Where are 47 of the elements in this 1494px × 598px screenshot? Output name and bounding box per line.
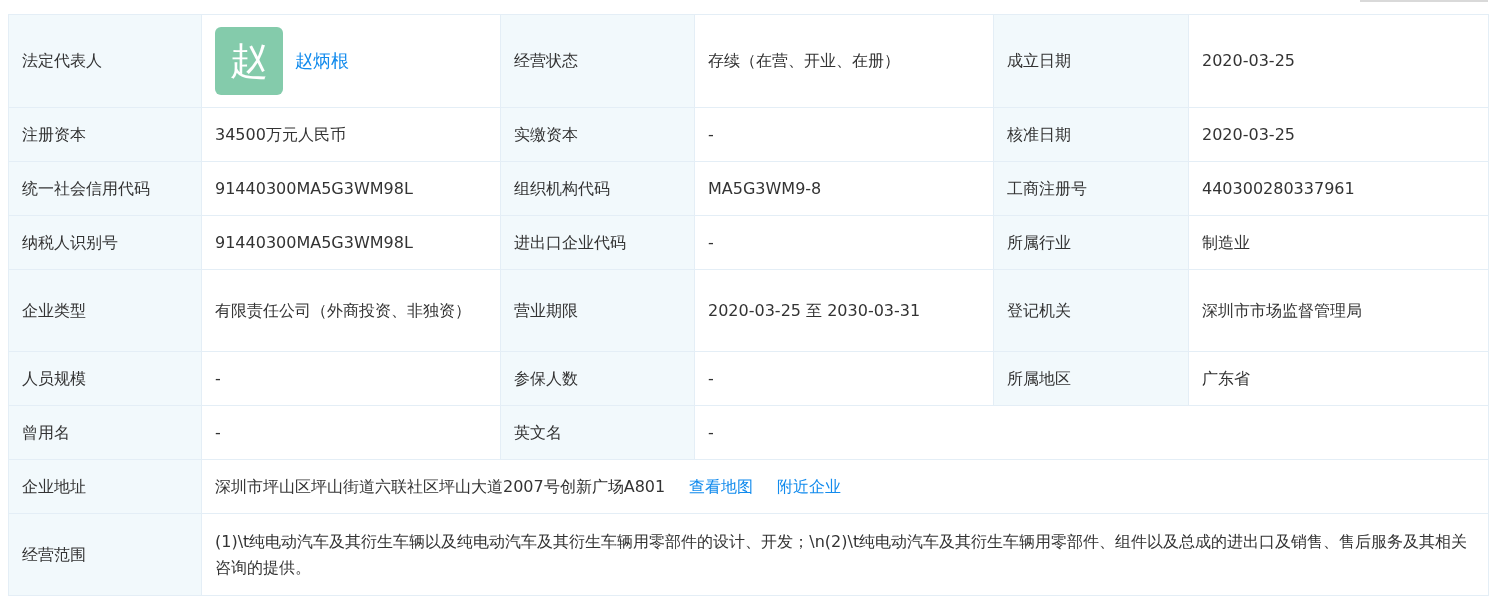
field-value: (1)\t纯电动汽车及其衍生车辆以及纯电动汽车及其衍生车辆用零部件的设计、开发；\n(2)\t纯电动汽车及其衍生车辆用零部件、组件以及总成的进出口及销售、售后服务及其相关咨询的提供。 [215,531,1468,577]
field-label: 经营状态 [500,14,695,108]
field-label: 所属行业 [993,215,1189,270]
field-label: 企业地址 [8,459,202,514]
field-value: - [215,422,221,442]
field-value: 存续（在营、开业、在册） [708,51,900,70]
field-value: 2020-03-25 [1202,51,1295,70]
field-value: - [215,368,221,388]
field-label: 统一社会信用代码 [8,161,202,216]
field-label: 注册资本 [8,107,202,162]
field-value: 440300280337961 [1202,178,1355,198]
field-label: 英文名 [500,405,695,460]
field-label: 纳税人识别号 [8,215,202,270]
field-label: 成立日期 [993,14,1189,108]
address-link[interactable]: 附近企业 [777,473,842,500]
field-value: MA5G3WM9-8 [708,178,822,198]
field-value: 91440300MA5G3WM98L [215,178,413,198]
avatar-icon: 赵 [215,27,283,95]
field-value: 深圳市市场监督管理局 [1202,300,1362,320]
field-value: 有限责任公司（外商投资、非独资） [215,300,471,320]
field-label: 所属地区 [993,351,1189,406]
field-label: 进出口企业代码 [500,215,695,270]
field-label: 实缴资本 [500,107,695,162]
address-text: 深圳市坪山区坪山街道六联社区坪山大道2007号创新广场A801 [215,475,666,498]
field-label: 法定代表人 [8,14,202,108]
field-label: 曾用名 [8,405,202,460]
field-value: 广东省 [1202,368,1250,388]
field-value: - [708,124,714,144]
field-label: 经营范围 [8,513,202,596]
field-value: - [708,368,714,388]
field-value: - [708,422,714,442]
field-value: 制造业 [1202,232,1250,252]
field-label: 登记机关 [993,269,1189,352]
field-label: 核准日期 [993,107,1189,162]
field-label: 参保人数 [500,351,695,406]
field-label: 工商注册号 [993,161,1189,216]
field-label: 营业期限 [500,269,695,352]
field-value: - [708,232,714,252]
field-value: 34500万元人民币 [215,124,346,144]
field-label: 人员规模 [8,351,202,406]
field-value: 91440300MA5G3WM98L [215,232,413,252]
field-label: 组织机构代码 [500,161,695,216]
field-label: 企业类型 [8,269,202,352]
address-link[interactable]: 查看地图 [689,473,754,500]
field-value: 2020-03-25 [1202,124,1295,144]
field-value: 2020-03-25 至 2030-03-31 [708,300,921,320]
person-link[interactable]: 赵炳根 [295,48,349,74]
